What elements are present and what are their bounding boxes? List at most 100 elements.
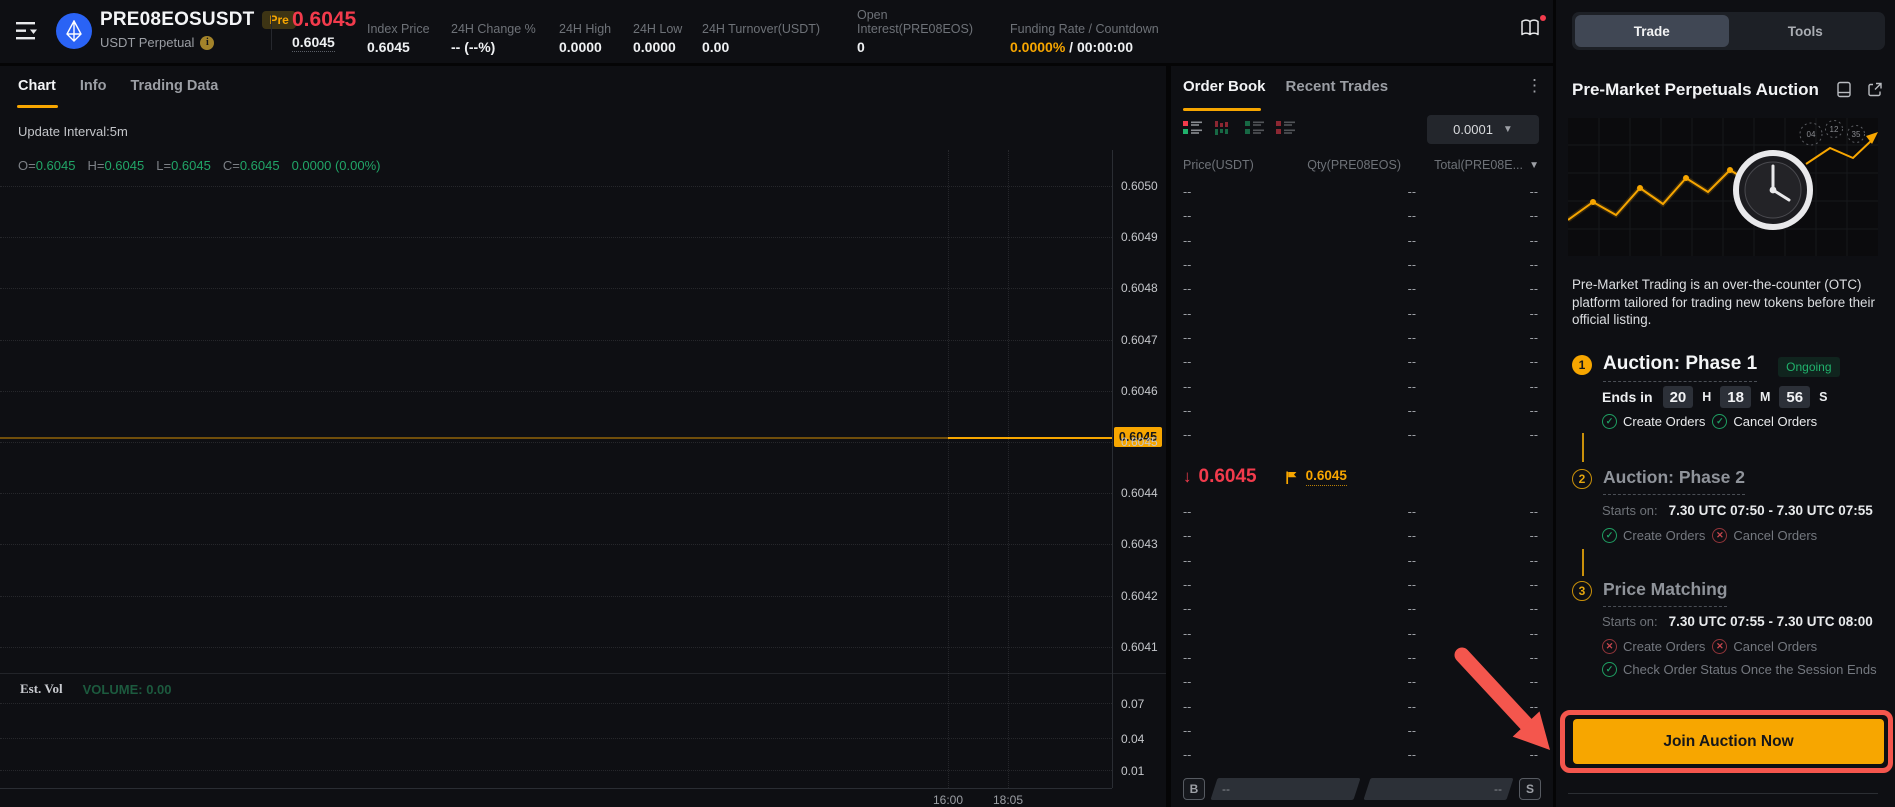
- countdown-hours: 20: [1663, 386, 1694, 408]
- volume-axis-tick: 0.01: [1121, 764, 1144, 778]
- phase-connector: [1582, 549, 1584, 576]
- phase-2-title[interactable]: Auction: Phase 2: [1603, 467, 1745, 495]
- orderbook-mark-price[interactable]: 0.6045: [1306, 468, 1347, 486]
- view-bids-only-icon[interactable]: [1245, 121, 1264, 135]
- bid-row[interactable]: ------: [1171, 597, 1553, 621]
- price-block: 0.6045 0.6045: [292, 8, 356, 52]
- chevron-down-icon[interactable]: ▼: [1523, 160, 1539, 171]
- bid-row[interactable]: ------: [1171, 694, 1553, 718]
- join-auction-button[interactable]: Join Auction Now: [1573, 719, 1884, 764]
- gridline: [0, 442, 1112, 443]
- orderbook-view-switch: [1183, 121, 1295, 135]
- phase-3-title[interactable]: Price Matching: [1603, 579, 1727, 607]
- phase-2-schedule: Starts on: 7.30 UTC 07:50 - 7.30 UTC 07:…: [1602, 503, 1873, 518]
- orderbook-panel: Order Book Recent Trades ⋮ 0.00: [1171, 66, 1553, 807]
- gridline: [948, 150, 949, 788]
- view-bars-icon[interactable]: [1214, 121, 1233, 135]
- tick-size-dropdown[interactable]: 0.0001 ▼: [1427, 115, 1539, 144]
- ask-row[interactable]: ------: [1171, 204, 1553, 228]
- check-icon: [1712, 414, 1727, 429]
- y-axis-tick: 0.6049: [1121, 230, 1158, 244]
- bid-row[interactable]: ------: [1171, 719, 1553, 743]
- price-line-current: [948, 437, 1112, 439]
- view-both-icon[interactable]: [1183, 121, 1202, 135]
- volume-legend: Est. Vol VOLUME: 0.00: [20, 681, 172, 697]
- ask-row[interactable]: ------: [1171, 350, 1553, 374]
- x-axis-tick: 16:00: [926, 793, 970, 807]
- countdown-minutes: 18: [1720, 386, 1751, 408]
- bid-row[interactable]: ------: [1171, 621, 1553, 645]
- price-axis-border: [1112, 150, 1113, 788]
- chart-panel: Chart Info Trading Data Update Interval:…: [0, 66, 1166, 807]
- ask-row[interactable]: ------: [1171, 399, 1553, 423]
- svg-text:12: 12: [1830, 125, 1839, 134]
- check-icon: [1602, 528, 1617, 543]
- y-axis-tick: 0.6041: [1121, 640, 1158, 654]
- ask-row[interactable]: ------: [1171, 423, 1553, 447]
- bid-row[interactable]: ------: [1171, 670, 1553, 694]
- cross-icon: [1712, 528, 1727, 543]
- phase-2-permissions: Create Orders Cancel Orders: [1602, 528, 1817, 543]
- y-axis-tick: 0.6045: [1121, 435, 1158, 449]
- gridline: [0, 596, 1112, 597]
- phase-1-title[interactable]: Auction: Phase 1: [1603, 353, 1757, 382]
- gridline: [0, 186, 1112, 187]
- ask-row[interactable]: ------: [1171, 229, 1553, 253]
- phase-2-number: 2: [1572, 469, 1592, 489]
- tab-order-book[interactable]: Order Book: [1183, 78, 1266, 95]
- price-chart[interactable]: 0.6045 Est. Vol VOLUME: 0.00 0.60500.604…: [0, 66, 1166, 807]
- orderbook-last-price: 0.6045: [1199, 466, 1257, 488]
- document-icon[interactable]: [1836, 81, 1852, 98]
- volume-axis-tick: 0.04: [1121, 732, 1144, 746]
- mark-price[interactable]: 0.6045: [292, 34, 335, 52]
- ask-row[interactable]: ------: [1171, 326, 1553, 350]
- tab-recent-trades[interactable]: Recent Trades: [1286, 78, 1389, 95]
- info-icon[interactable]: i: [200, 36, 214, 50]
- bid-row[interactable]: ------: [1171, 646, 1553, 670]
- more-options-icon[interactable]: ⋮: [1526, 76, 1543, 96]
- gridline: [0, 738, 1112, 739]
- col-price: Price(USDT): [1183, 158, 1303, 172]
- ask-row[interactable]: ------: [1171, 180, 1553, 204]
- gridline: [1008, 150, 1009, 788]
- bid-row[interactable]: ------: [1171, 549, 1553, 573]
- bid-row[interactable]: ------: [1171, 500, 1553, 524]
- bid-row[interactable]: ------: [1171, 573, 1553, 597]
- menu-icon[interactable]: [16, 21, 40, 41]
- tab-tools[interactable]: Tools: [1729, 15, 1883, 47]
- external-link-icon[interactable]: [1867, 81, 1883, 98]
- phase-3-header: 3 Price Matching: [1572, 579, 1727, 607]
- ask-row[interactable]: ------: [1171, 301, 1553, 325]
- view-asks-only-icon[interactable]: [1276, 121, 1295, 135]
- check-icon: [1602, 662, 1617, 677]
- col-total[interactable]: Total(PRE08E...: [1401, 158, 1523, 172]
- clock-graphic: [1736, 153, 1810, 227]
- tab-trade[interactable]: Trade: [1575, 15, 1729, 47]
- gridline: [0, 544, 1112, 545]
- gridline: [0, 493, 1112, 494]
- phase-1-number: 1: [1572, 355, 1592, 375]
- chevron-down-icon: ▼: [1503, 124, 1513, 135]
- phase-3-number: 3: [1572, 581, 1592, 601]
- gridline: [0, 391, 1112, 392]
- symbol-block[interactable]: PRE08EOSUSDT Pre USDT Perpetual i: [100, 9, 296, 50]
- panel-mode-switch: Trade Tools: [1572, 12, 1885, 50]
- volume-pane-divider: [0, 673, 1166, 674]
- check-icon: [1602, 414, 1617, 429]
- depth-ratio-bar: B -- -- S: [1183, 778, 1541, 800]
- bid-row[interactable]: ------: [1171, 743, 1553, 767]
- symbol-title[interactable]: PRE08EOSUSDT: [100, 9, 254, 31]
- phase-1-countdown: Ends in 20 H 18 M 56 S: [1602, 386, 1829, 408]
- guide-book-icon[interactable]: [1519, 17, 1545, 43]
- buy-badge: B: [1183, 778, 1205, 800]
- sell-badge: S: [1519, 778, 1541, 800]
- ask-row[interactable]: ------: [1171, 253, 1553, 277]
- bid-row[interactable]: ------: [1171, 524, 1553, 548]
- flag-icon: [1285, 470, 1299, 485]
- price-down-icon: ↓: [1183, 467, 1192, 487]
- ask-row[interactable]: ------: [1171, 374, 1553, 398]
- volume-value: VOLUME: 0.00: [83, 682, 172, 697]
- ask-row[interactable]: ------: [1171, 277, 1553, 301]
- header-stat: Index Price0.6045: [367, 8, 430, 55]
- auction-title-icons: [1836, 81, 1883, 98]
